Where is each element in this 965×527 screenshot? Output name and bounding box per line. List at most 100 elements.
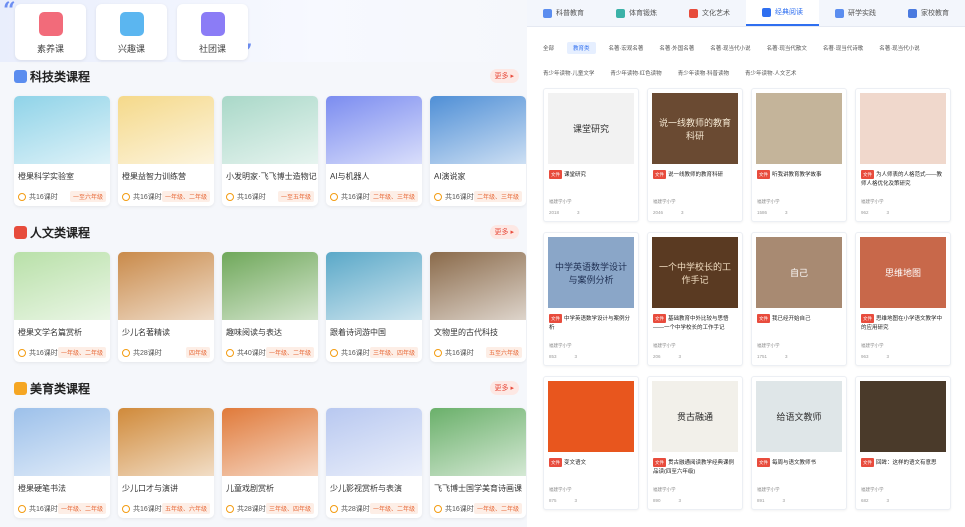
category-3[interactable]: 社团课 [177,4,248,60]
course-card[interactable]: 儿童戏剧赏析 共28课时 三年级、四年级 [222,408,318,518]
book-publisher: 福建学小学 [757,199,780,204]
book-card[interactable]: 思维地图 文件 思维地图在小学语文教学中的应用研究 福建学小学 963 3 [855,232,951,366]
book-stats: 890 3 [653,498,681,503]
book-card[interactable]: 课堂研究 文件 课堂研究 福建学小学 2018 3 [543,88,639,222]
course-card[interactable]: 文物里的古代科技 共16课时 五至六年级 [430,252,526,362]
book-card[interactable]: 一个中学校长的工作手记 文件 基础教育中外比较与思悟——一个中学校长的工作手记 福建学… [647,232,743,366]
book-card[interactable]: 说一线教师的教育科研 文件 说一线教师的教育科研 福建学小学 2046 3 [647,88,743,222]
book-card[interactable]: 贯古融通 文件 贯古融通阅读教学经典课例品读(四至六年级) 福建学小学 890 3 [647,376,743,510]
course-title: 儿童戏剧赏析 [226,484,274,493]
filter-chip[interactable]: 青少年读物·科普读物 [675,67,732,79]
course-card[interactable]: 橙果文学名篇赏析 共16课时 一年级、二年级 [14,252,110,362]
filter-chip[interactable]: 名著·宏观名著 [606,42,647,54]
lesson-count: 共16课时 [122,192,162,202]
course-card[interactable]: 少儿口才与演讲 共16课时 五年级、六年级 [118,408,214,518]
course-card[interactable]: 小发明家·飞飞博士造物记 共16课时 一至五年级 [222,96,318,206]
filter-chip[interactable]: 青少年读物·人文艺术 [742,67,799,79]
section-title: 科技类课程 [14,68,90,85]
category-1[interactable]: 素养课 [15,4,86,60]
book-card[interactable]: 文件 变文语文 福建学小学 875 3 [543,376,639,510]
book-cover-text [899,413,907,421]
category-label: 兴趣课 [117,44,145,54]
book-cover-text: 给语文教师 [776,413,822,423]
file-tag: 文件 [653,170,666,179]
clock-icon [18,192,26,201]
section-icon [14,225,27,239]
filter-chip[interactable]: 全部 [540,42,557,54]
tab-icon [835,8,844,18]
book-cover-text: 中学英语数学设计与案例分析 [554,262,627,286]
book-cover-text: 课堂研究 [572,125,609,135]
course-thumbnail [326,96,422,164]
tab-icon [543,8,552,18]
tab-5[interactable]: 研学实践 [819,0,892,26]
course-card[interactable]: 少儿名著精读 共28课时 四年级 [118,252,214,362]
file-tag: 文件 [653,458,666,467]
course-card[interactable]: 少儿影视赏析与表演 共28课时 一年级、二年级 [326,408,422,518]
more-button[interactable]: 更多 ▸ [489,69,519,83]
book-card[interactable]: 中学英语数学设计与案例分析 文件 中学英语数学设计与案例分析 福建学小学 853 3 [543,232,639,366]
more-button[interactable]: 更多 ▸ [489,381,519,395]
like-count: 3 [678,354,682,359]
course-card[interactable]: 趣味阅读与表达 共40课时 一年级、二年级 [222,252,318,362]
course-list: 橙果科学实验室 共16课时 一至六年级 橙果益智力训练营 共16课时 一年级、二年级 小发明… [14,96,526,206]
filter-chip[interactable]: 教育类 [567,42,596,54]
like-count: 3 [681,210,684,215]
course-thumbnail [222,96,318,164]
course-thumbnail [430,252,526,320]
lesson-count: 共28课时 [330,504,370,514]
course-card[interactable]: AI演说家 共16课时 二年级、三年级 [430,96,526,206]
course-card[interactable]: 跟着诗词游中国 共16课时 三年级、四年级 [326,252,422,362]
tab-label: 体育锻炼 [629,10,657,17]
filter-chip[interactable]: 名著·现当代诗歌 [820,42,866,54]
tab-2[interactable]: 体育锻炼 [600,0,673,26]
filter-chip[interactable]: 名著·现当代散文 [764,42,810,54]
course-thumbnail [14,96,110,164]
grade-badge: 二年级、三年级 [369,191,418,202]
lesson-count: 共16课时 [330,192,370,202]
course-card[interactable]: 橙果益智力训练营 共16课时 一年级、二年级 [118,96,214,206]
file-tag: 文件 [861,314,874,323]
more-button[interactable]: 更多 ▸ [489,225,519,239]
book-publisher: 福建学小学 [653,199,676,204]
course-section: 科技类课程 更多 ▸ 橙果科学实验室 共16课时 一至六年级 橙果益智力训练营 共16课时一… [14,68,526,206]
tab-1[interactable]: 科普教育 [527,0,600,26]
book-card[interactable]: 给语文教师 文件 每周与语文教师书 福建学小学 891 3 [751,376,847,510]
book-cover-text [795,125,803,133]
clock-icon [434,348,442,357]
book-title: 文件 基础教育中外比较与思悟——一个中学校长的工作手记 [653,314,739,333]
book-publisher: 福建学小学 [861,199,884,204]
course-card[interactable]: 飞飞博士国学美育诗画课 共16课时 一年级、二年级 [430,408,526,518]
filter-chip[interactable]: 名著·外国名著 [656,42,697,54]
tab-4[interactable]: 经典阅读 [746,0,819,26]
book-stats: 853 3 [549,354,577,359]
tab-3[interactable]: 文化艺术 [673,0,746,26]
book-publisher: 福建学小学 [549,199,572,204]
category-2[interactable]: 兴趣课 [96,4,167,60]
lesson-count-text: 共16课时 [237,193,266,201]
book-card[interactable]: 文件 回眸：这样的语文有意思 福建学小学 682 3 [855,376,951,510]
lesson-count-text: 共16课时 [445,349,474,357]
like-count: 3 [678,498,682,503]
course-card[interactable]: 橙果科学实验室 共16课时 一至六年级 [14,96,110,206]
tab-label: 家校教育 [921,10,949,17]
course-title: 橙果文学名篇赏析 [18,328,82,337]
course-thumbnail [118,96,214,164]
book-card[interactable]: 文件 为人师表的人格范式——教师人格优化及策研究 福建学小学 962 3 [855,88,951,222]
course-card[interactable]: 橙果硬笔书法 共16课时 一年级、二年级 [14,408,110,518]
filter-chip[interactable]: 青少年读物·红色读物 [607,67,664,79]
book-card[interactable]: 文件 听我讲教育教学故事 福建学小学 1586 3 [751,88,847,222]
book-card[interactable]: 自己 文件 我已经开始自己 福建学小学 1751 3 [751,232,847,366]
book-cover: 给语文教师 [756,381,842,452]
grade-badge: 五年级、六年级 [161,503,210,514]
lesson-count-text: 共16课时 [29,505,58,513]
filter-chip[interactable]: 名著·现当代小说 [876,42,922,54]
filter-chip[interactable]: 名著·现当代小说 [707,42,753,54]
course-thumbnail [14,408,110,476]
course-card[interactable]: AI与机器人 共16课时 二年级、三年级 [326,96,422,206]
tab-6[interactable]: 家校教育 [892,0,965,26]
file-tag: 文件 [549,170,562,179]
lesson-count: 共16课时 [18,504,58,514]
grade-badge: 一年级、二年级 [265,347,314,358]
filter-chip[interactable]: 青少年读物·儿童文学 [540,67,597,79]
